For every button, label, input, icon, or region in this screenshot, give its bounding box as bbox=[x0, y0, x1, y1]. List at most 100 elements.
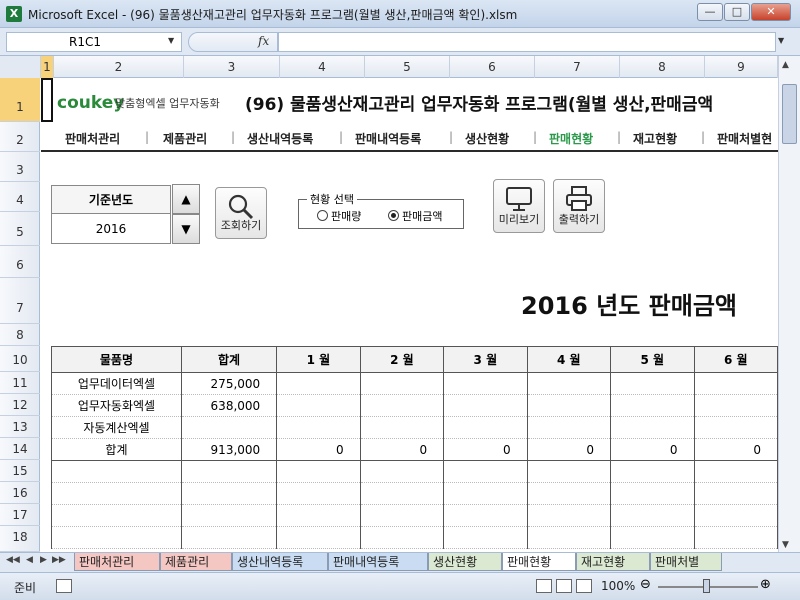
zoom-out-icon[interactable]: ⊖ bbox=[640, 577, 651, 592]
column-header-5[interactable]: 5 bbox=[365, 56, 450, 78]
row-header-11[interactable]: 11 bbox=[0, 372, 40, 394]
table-cell[interactable] bbox=[359, 416, 445, 439]
close-icon[interactable]: ✕ bbox=[751, 3, 791, 21]
chevron-down-icon[interactable]: ▼ bbox=[168, 36, 174, 45]
worksheet[interactable]: coukey 맞춤형엑셀 업무자동화 (96) 물품생산재고관리 업무자동화 프… bbox=[41, 78, 778, 552]
table-cell[interactable] bbox=[359, 460, 445, 483]
zoom-in-icon[interactable]: ⊕ bbox=[760, 577, 771, 592]
table-cell[interactable] bbox=[180, 460, 278, 483]
excel-app-icon[interactable]: X bbox=[6, 6, 22, 22]
table-cell[interactable]: 합계 bbox=[51, 438, 182, 461]
table-cell[interactable] bbox=[526, 460, 612, 483]
table-cell[interactable] bbox=[443, 416, 528, 439]
table-cell[interactable] bbox=[443, 504, 528, 527]
row-header-15[interactable]: 15 bbox=[0, 460, 40, 482]
table-cell[interactable] bbox=[180, 416, 278, 439]
menu-item-customers[interactable]: 판매처관리 bbox=[65, 130, 120, 147]
sheet-tab[interactable]: 판매처별 bbox=[650, 553, 722, 571]
triangle-down-icon[interactable]: ▼ bbox=[172, 214, 200, 244]
table-cell[interactable] bbox=[276, 482, 361, 505]
sheet-tab[interactable]: 생산내역등록 bbox=[232, 553, 328, 571]
sheet-tab[interactable]: 판매처관리 bbox=[74, 553, 160, 571]
table-cell[interactable] bbox=[526, 504, 612, 527]
column-header-4[interactable]: 4 bbox=[280, 56, 365, 78]
print-button[interactable]: 출력하기 bbox=[553, 179, 605, 233]
menu-item-inventory-status[interactable]: 재고현황 bbox=[633, 130, 677, 147]
sheet-tab[interactable]: 제품관리 bbox=[160, 553, 232, 571]
table-cell[interactable] bbox=[610, 460, 695, 483]
table-cell[interactable]: 913,000 bbox=[180, 438, 278, 461]
table-cell[interactable]: 0 bbox=[693, 438, 778, 461]
table-cell[interactable]: 0 bbox=[276, 438, 361, 461]
menu-item-sales-entry[interactable]: 판매내역등록 bbox=[355, 130, 421, 147]
zoom-level[interactable]: 100% bbox=[601, 579, 635, 593]
table-cell[interactable] bbox=[693, 504, 778, 527]
table-cell[interactable] bbox=[693, 460, 778, 483]
table-cell[interactable] bbox=[276, 394, 361, 417]
formula-input[interactable] bbox=[278, 32, 776, 52]
expand-formula-icon[interactable]: ▼ bbox=[778, 36, 784, 45]
table-cell[interactable] bbox=[693, 482, 778, 505]
table-cell[interactable] bbox=[276, 416, 361, 439]
column-header-6[interactable]: 6 bbox=[450, 56, 535, 78]
scroll-up-icon[interactable]: ▲ bbox=[782, 60, 789, 70]
table-cell[interactable] bbox=[443, 526, 528, 549]
row-header-3[interactable]: 3 bbox=[0, 152, 40, 182]
sheet-tab[interactable]: 생산현황 bbox=[428, 553, 502, 571]
table-cell[interactable] bbox=[276, 526, 361, 549]
insert-function-icon[interactable]: fx bbox=[258, 34, 269, 48]
table-cell[interactable] bbox=[51, 504, 182, 527]
row-header-18[interactable]: 18 bbox=[0, 526, 40, 552]
table-cell[interactable] bbox=[51, 482, 182, 505]
search-button[interactable]: 조회하기 bbox=[215, 187, 267, 239]
row-header-7[interactable]: 7 bbox=[0, 278, 40, 324]
row-header-6[interactable]: 6 bbox=[0, 246, 40, 278]
minimize-icon[interactable]: — bbox=[697, 3, 723, 21]
table-cell[interactable] bbox=[526, 526, 612, 549]
first-sheet-icon[interactable]: ◀◀ bbox=[6, 555, 20, 565]
table-cell[interactable]: 275,000 bbox=[180, 372, 278, 395]
table-cell[interactable] bbox=[693, 372, 778, 395]
table-cell[interactable] bbox=[443, 372, 528, 395]
row-header-12[interactable]: 12 bbox=[0, 394, 40, 416]
row-header-8[interactable]: 8 bbox=[0, 324, 40, 346]
column-header-1[interactable]: 1 bbox=[41, 56, 54, 78]
table-cell[interactable]: 업무자동화엑셀 bbox=[51, 394, 182, 417]
table-cell[interactable] bbox=[51, 460, 182, 483]
table-cell[interactable] bbox=[180, 526, 278, 549]
normal-view-icon[interactable] bbox=[536, 579, 552, 593]
table-cell[interactable] bbox=[693, 394, 778, 417]
column-header-2[interactable]: 2 bbox=[54, 56, 184, 78]
table-cell[interactable] bbox=[180, 482, 278, 505]
maximize-icon[interactable]: □ bbox=[724, 3, 750, 21]
row-header-1[interactable]: 1 bbox=[0, 78, 40, 122]
menu-item-customer-status[interactable]: 판매처별현 bbox=[717, 130, 772, 147]
table-cell[interactable] bbox=[180, 504, 278, 527]
table-cell[interactable]: 업무데이터엑셀 bbox=[51, 372, 182, 395]
table-cell[interactable] bbox=[610, 394, 695, 417]
table-cell[interactable] bbox=[276, 372, 361, 395]
zoom-slider-thumb[interactable] bbox=[703, 579, 710, 593]
active-cell[interactable] bbox=[41, 78, 53, 122]
column-header-3[interactable]: 3 bbox=[184, 56, 280, 78]
table-cell[interactable] bbox=[526, 416, 612, 439]
table-cell[interactable] bbox=[359, 372, 445, 395]
table-cell[interactable] bbox=[610, 504, 695, 527]
column-header-9[interactable]: 9 bbox=[705, 56, 778, 78]
preview-button[interactable]: 미리보기 bbox=[493, 179, 545, 233]
radio-sales-amount[interactable]: 판매금액 bbox=[388, 208, 442, 224]
sheet-tab[interactable]: 판매현황 bbox=[502, 553, 576, 571]
next-sheet-icon[interactable]: ▶ bbox=[40, 555, 47, 565]
column-header-7[interactable]: 7 bbox=[535, 56, 620, 78]
column-header-8[interactable]: 8 bbox=[620, 56, 705, 78]
table-cell[interactable]: 638,000 bbox=[180, 394, 278, 417]
table-cell[interactable] bbox=[359, 394, 445, 417]
table-cell[interactable] bbox=[443, 394, 528, 417]
table-cell[interactable] bbox=[610, 482, 695, 505]
table-cell[interactable] bbox=[51, 526, 182, 549]
table-cell[interactable] bbox=[526, 482, 612, 505]
table-cell[interactable] bbox=[526, 394, 612, 417]
last-sheet-icon[interactable]: ▶▶ bbox=[52, 555, 66, 565]
table-cell[interactable] bbox=[276, 460, 361, 483]
table-cell[interactable] bbox=[359, 526, 445, 549]
